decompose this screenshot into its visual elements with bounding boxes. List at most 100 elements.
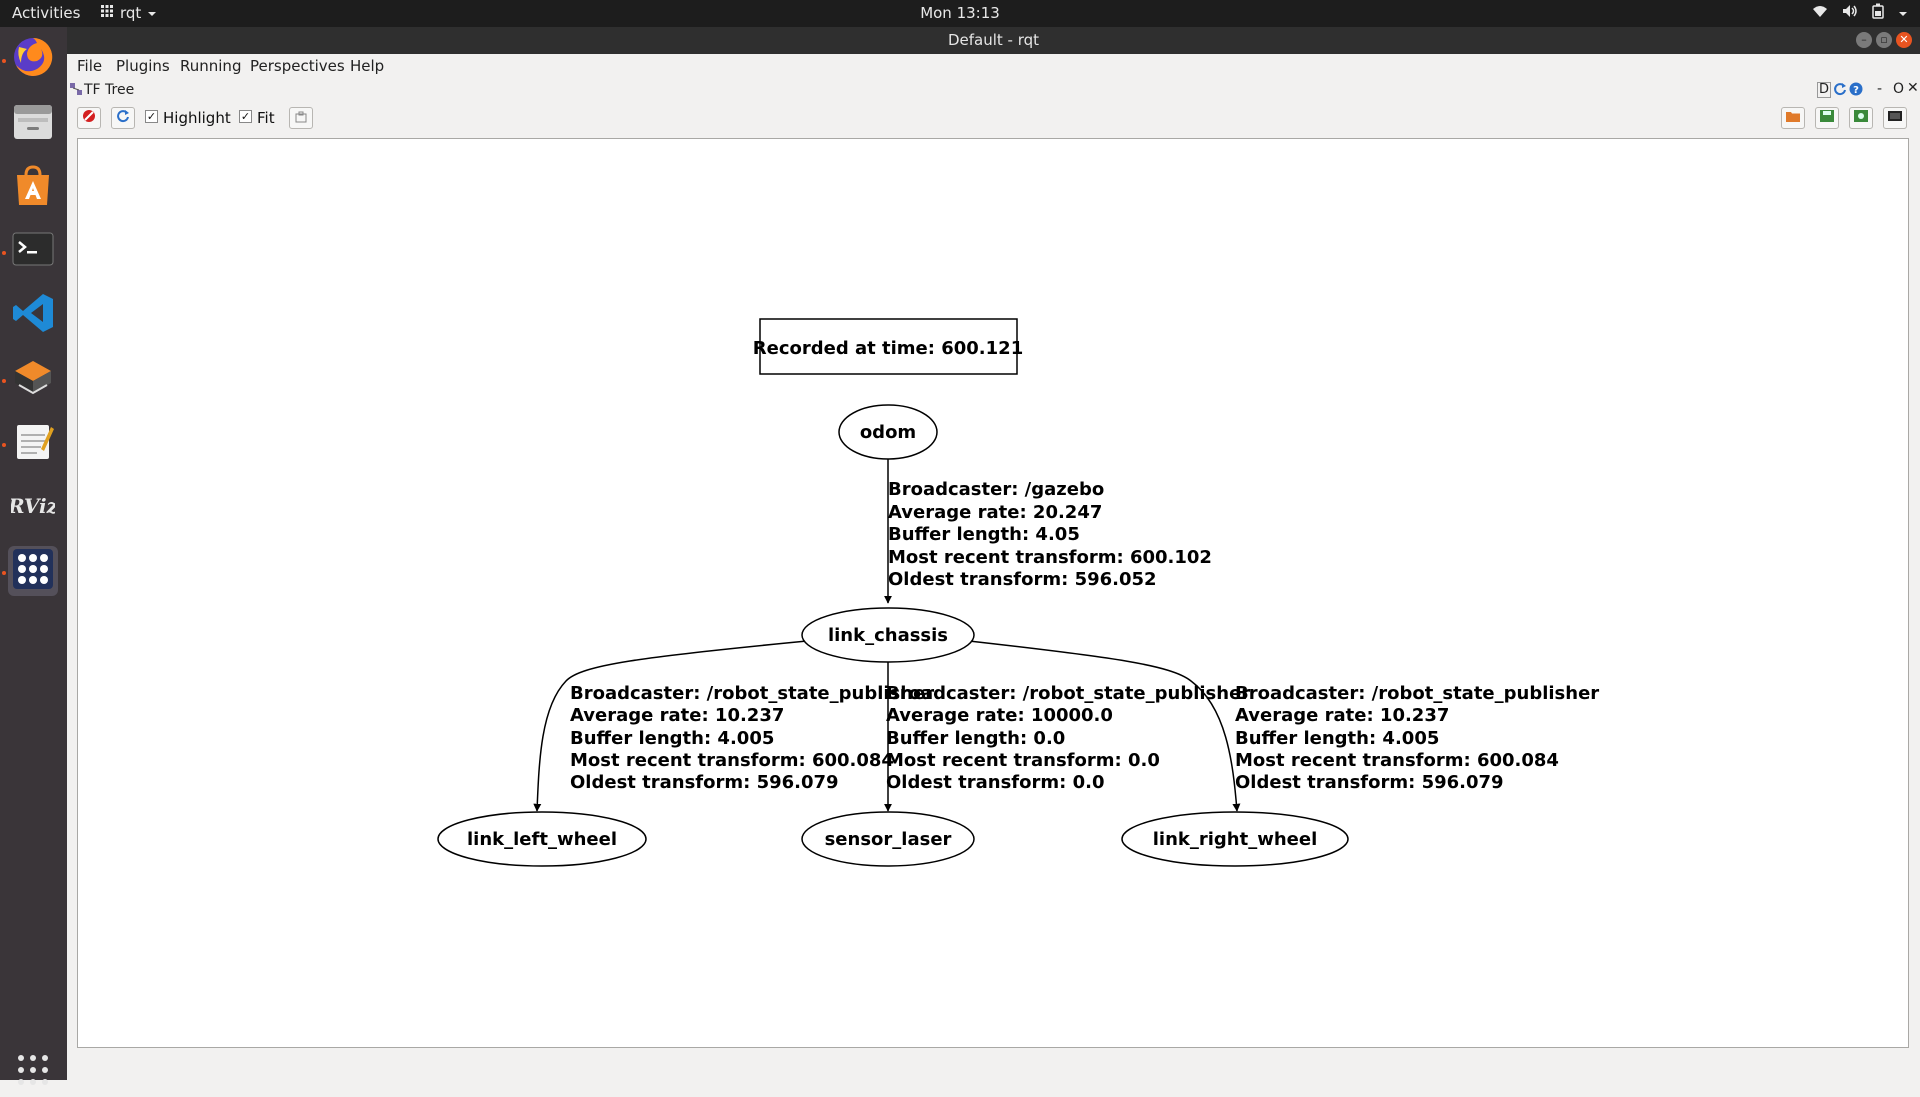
save-image-button[interactable] (1883, 107, 1907, 129)
sublime-merge-icon (11, 355, 55, 403)
app-menu-label: rqt (120, 4, 142, 22)
tf-tree-graph-view[interactable]: Recorded at time: 600.121 odom link_chas… (77, 138, 1909, 1048)
dock-item-rqt[interactable] (8, 546, 58, 596)
stop-icon (82, 109, 96, 127)
dock-item-software[interactable] (8, 162, 58, 212)
chevron-down-icon (147, 4, 157, 22)
save-dot-button[interactable] (1815, 107, 1839, 129)
edge-label-oldest-transform: Oldest transform: 596.079 (570, 772, 839, 793)
fit-label: Fit (257, 109, 275, 127)
minimize-button[interactable]: – (1856, 32, 1872, 48)
window-title: Default - rqt (947, 31, 1040, 49)
svg-text:?: ? (1853, 85, 1859, 96)
plugin-header: TF Tree D ? - O ✕ (67, 80, 1920, 102)
node-link-chassis-label: link_chassis (828, 625, 948, 646)
edge-label-broadcaster: Broadcaster: /robot_state_publisher (886, 683, 1250, 704)
menu-bar: File Plugins Running Perspectives Help (67, 54, 1920, 78)
volume-icon (1842, 4, 1858, 22)
wifi-icon (1812, 4, 1828, 22)
dock-plugin-button[interactable]: D (1817, 82, 1832, 98)
menu-help[interactable]: Help (350, 57, 384, 75)
running-indicator (2, 379, 6, 383)
dock-item-sublime-merge[interactable] (8, 354, 58, 404)
firefox-icon (11, 35, 55, 83)
tf-tree-toolbar: ✓ Highlight ✓ Fit (67, 104, 1920, 132)
clear-button[interactable] (77, 107, 101, 129)
dock-item-terminal[interactable] (8, 226, 58, 276)
window-title-bar[interactable]: Default - rqt – ▫ ✕ (67, 27, 1920, 54)
save-icon (1853, 109, 1869, 127)
highlight-checkbox[interactable]: ✓ (145, 110, 158, 123)
menu-running[interactable]: Running (180, 57, 241, 75)
dock-item-rviz[interactable]: RViz (7, 482, 59, 532)
minimize-plugin-button[interactable]: - (1877, 81, 1882, 97)
edge-label-broadcaster: Broadcaster: /robot_state_publisher (1235, 683, 1599, 704)
save-svg-button[interactable] (1849, 107, 1873, 129)
minimize-icon: – (1861, 33, 1867, 46)
save-icon (1819, 109, 1835, 127)
activities-button[interactable]: Activities (12, 4, 80, 22)
edge-label-average-rate: Average rate: 10.237 (570, 705, 784, 726)
dock: RViz (0, 27, 67, 1085)
clock[interactable]: Mon 13:13 (0, 4, 1920, 22)
edge-label-oldest-transform: Oldest transform: 596.052 (888, 569, 1157, 590)
node-sensor-laser-label: sensor_laser (825, 829, 952, 850)
highlight-label: Highlight (163, 109, 231, 127)
help-plugin-icon[interactable]: ? (1849, 82, 1863, 100)
refresh-button[interactable] (111, 107, 135, 129)
running-indicator (2, 251, 6, 255)
node-link-right-wheel-label: link_right_wheel (1153, 829, 1318, 850)
close-icon: ✕ (1907, 80, 1919, 96)
edge-label-buffer-length: Buffer length: 4.005 (1235, 728, 1439, 749)
edge-label-average-rate: Average rate: 10000.0 (886, 705, 1113, 726)
edge-label-most-recent-transform: Most recent transform: 600.102 (888, 547, 1212, 568)
refresh-icon (116, 109, 130, 127)
edge-label-oldest-transform: Oldest transform: 596.079 (1235, 772, 1504, 793)
edge-label-broadcaster: Broadcaster: /gazebo (888, 479, 1104, 500)
grid-icon (100, 4, 114, 22)
edge-label-most-recent-transform: Most recent transform: 600.084 (1235, 750, 1559, 771)
plugin-title: TF Tree (84, 82, 135, 98)
image-icon (295, 109, 307, 127)
node-odom-label: odom (860, 422, 916, 443)
show-applications-button[interactable] (8, 1047, 58, 1097)
monitor-icon (1887, 109, 1903, 127)
save-as-image-button[interactable] (289, 107, 313, 129)
close-icon: ✕ (1899, 33, 1909, 46)
menu-file[interactable]: File (77, 57, 102, 75)
dock-item-firefox[interactable] (8, 34, 58, 84)
maximize-button[interactable]: ▫ (1876, 32, 1892, 48)
menu-plugins[interactable]: Plugins (116, 57, 170, 75)
open-file-button[interactable] (1781, 107, 1805, 129)
rviz-icon: RViz (7, 483, 59, 531)
text-editor-icon (11, 419, 55, 467)
edge-label-average-rate: Average rate: 10.237 (1235, 705, 1449, 726)
float-plugin-button[interactable]: O (1893, 81, 1904, 97)
edge-label-buffer-length: Buffer length: 0.0 (886, 728, 1065, 749)
edge-label-broadcaster: Broadcaster: /robot_state_publisher (570, 683, 934, 704)
folder-icon (1785, 109, 1801, 127)
system-tray[interactable] (1812, 3, 1908, 23)
gnome-top-bar: Activities rqt Mon 13:13 (0, 0, 1920, 27)
running-indicator (2, 59, 6, 63)
menu-perspectives[interactable]: Perspectives (250, 57, 345, 75)
rviz-icon-text: RViz (11, 494, 55, 518)
vscode-icon (11, 291, 55, 339)
reload-plugin-icon[interactable] (1833, 82, 1847, 100)
app-menu[interactable]: rqt (100, 4, 157, 22)
show-applications-icon (15, 1052, 51, 1092)
fit-checkbox[interactable]: ✓ (239, 110, 252, 123)
edge-label-most-recent-transform: Most recent transform: 0.0 (886, 750, 1160, 771)
close-window-button[interactable]: ✕ (1896, 32, 1912, 48)
close-plugin-button[interactable]: ✕ (1907, 80, 1919, 96)
edge-label-buffer-length: Buffer length: 4.005 (570, 728, 774, 749)
running-indicator (2, 443, 6, 447)
dock-item-vscode[interactable] (8, 290, 58, 340)
tf-tree-plugin-icon (69, 82, 83, 100)
rqt-icon (11, 547, 55, 595)
dock-item-files[interactable] (8, 98, 58, 148)
dock-item-text-editor[interactable] (8, 418, 58, 468)
files-icon (11, 99, 55, 147)
tf-tree-graph: Recorded at time: 600.121 odom link_chas… (437, 318, 1599, 867)
edge-label-oldest-transform: Oldest transform: 0.0 (886, 772, 1105, 793)
